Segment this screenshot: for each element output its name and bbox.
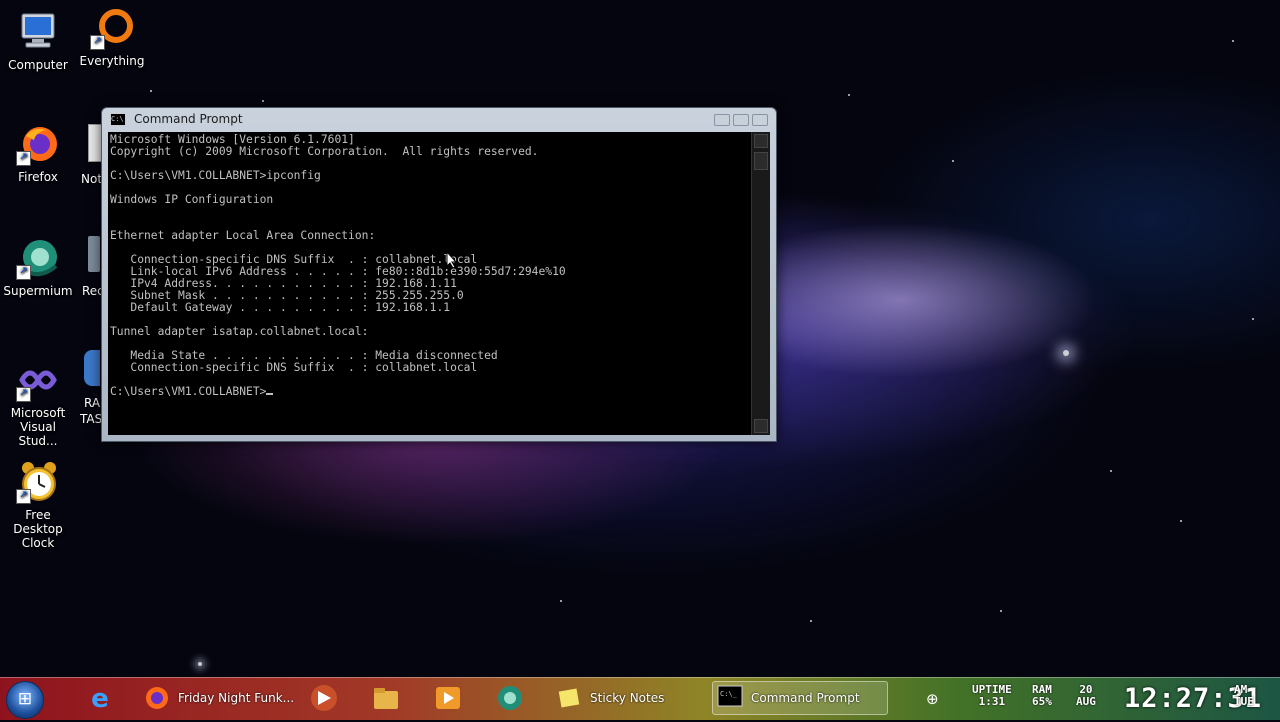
- vertical-scrollbar[interactable]: [751, 132, 770, 435]
- date-month: AUG: [1076, 695, 1096, 708]
- command-prompt-icon: C:\_: [717, 685, 743, 711]
- shortcut-arrow-icon: ↗: [16, 151, 31, 166]
- shortcut-arrow-icon: ↗: [90, 35, 105, 50]
- desktop-icon-free-desktop-clock[interactable]: ↗ Free Desktop Clock: [0, 460, 76, 550]
- command-prompt-window[interactable]: C:\ Command Prompt Microsoft Windows [Ve…: [101, 107, 777, 442]
- ram-indicator: RAM 65%: [1032, 684, 1052, 708]
- maximize-button[interactable]: [733, 114, 749, 126]
- taskbar-button-firefox[interactable]: Friday Night Funk...: [140, 681, 300, 715]
- computer-icon: [16, 10, 60, 54]
- console-line: C:\Users\VM1.COLLABNET>ipconfig: [110, 169, 321, 182]
- window-titlebar[interactable]: C:\ Command Prompt: [102, 108, 776, 132]
- console-line: Copyright (c) 2009 Microsoft Corporation…: [110, 145, 539, 158]
- taskbar-button-command-prompt[interactable]: C:\_ Command Prompt: [712, 681, 888, 715]
- clock-weekday: TUE: [1234, 695, 1254, 708]
- taskbar-button-label: Friday Night Funk...: [178, 691, 295, 705]
- console-prompt: C:\Users\VM1.COLLABNET>: [110, 385, 267, 398]
- minimize-button[interactable]: [714, 114, 730, 126]
- desktop-icon-partial-ras[interactable]: RA TAS: [80, 350, 102, 430]
- desktop-icon-label: Not: [81, 172, 103, 186]
- desktop-icon-visual-studio[interactable]: ↗ Microsoft Visual Stud...: [0, 358, 76, 448]
- console-area[interactable]: Microsoft Windows [Version 6.1.7601] Cop…: [108, 132, 770, 435]
- windows-logo-icon: ⊞: [17, 689, 33, 709]
- taskbar-button-sticky-notes[interactable]: Sticky Notes: [552, 681, 702, 715]
- supermium-icon[interactable]: [494, 683, 526, 715]
- console-output: Microsoft Windows [Version 6.1.7601] Cop…: [110, 134, 748, 398]
- ram-value: 65%: [1032, 695, 1052, 708]
- desktop-icon-computer[interactable]: Computer: [0, 10, 76, 72]
- desktop-icon-supermium[interactable]: ↗ Supermium: [0, 236, 76, 298]
- desktop-icon-partial-recycle[interactable]: Rec: [82, 236, 104, 298]
- firefox-icon: ↗: [16, 122, 60, 166]
- start-button[interactable]: ⊞: [6, 681, 44, 719]
- mouse-cursor-icon: [446, 251, 458, 269]
- console-line: Connection-specific DNS Suffix . : colla…: [110, 361, 478, 374]
- desktop-icon-label: Supermium: [3, 284, 73, 298]
- svg-text:C:\_: C:\_: [720, 690, 738, 698]
- shortcut-arrow-icon: ↗: [16, 387, 31, 402]
- desktop-icon-label: Everything: [79, 54, 145, 68]
- media-center-icon[interactable]: [432, 683, 464, 715]
- sticky-notes-icon: [556, 685, 582, 711]
- desktop-icon-label: Computer: [8, 58, 68, 72]
- command-prompt-icon: C:\: [110, 113, 126, 126]
- firefox-icon: [144, 685, 170, 711]
- console-line: Windows IP Configuration: [110, 193, 274, 206]
- scroll-up-button[interactable]: [754, 134, 768, 148]
- clock-meta: AM TUE: [1234, 684, 1254, 708]
- visual-studio-icon: ↗: [16, 358, 60, 402]
- taskbar-button-label: Command Prompt: [751, 691, 860, 705]
- window-title: Command Prompt: [134, 112, 243, 126]
- desktop-icon-label: Free Desktop Clock: [13, 508, 63, 550]
- uptime-indicator: UPTIME 1:31: [972, 684, 1012, 708]
- shortcut-arrow-icon: ↗: [16, 489, 31, 504]
- everything-icon: ↗: [90, 6, 134, 50]
- text-cursor: [266, 393, 274, 395]
- file-explorer-icon[interactable]: [370, 683, 402, 715]
- taskbar: ⊞ e Friday Night Funk... Sticky Notes C:…: [0, 677, 1280, 720]
- console-line: Default Gateway . . . . . . . . . : 192.…: [110, 301, 451, 314]
- desktop-icon-label: Microsoft Visual Stud...: [10, 406, 66, 448]
- desktop-icon-label: Firefox: [18, 170, 58, 184]
- desktop-icon-firefox[interactable]: ↗ Firefox: [0, 122, 76, 184]
- console-line: Tunnel adapter isatap.collabnet.local:: [110, 325, 369, 338]
- console-line: Ethernet adapter Local Area Connection:: [110, 229, 376, 242]
- alarm-clock-icon: ↗: [16, 460, 60, 504]
- desktop-icon-everything[interactable]: ↗ Everything: [74, 6, 150, 68]
- date-indicator: 20 AUG: [1076, 684, 1096, 708]
- desktop-icon-label: RA: [84, 396, 101, 410]
- media-player-icon[interactable]: [308, 683, 340, 715]
- gadget-add-icon[interactable]: ⊕: [926, 690, 939, 708]
- supermium-icon: ↗: [16, 236, 60, 280]
- desktop-icon-partial-notepad[interactable]: Not: [81, 124, 104, 186]
- scroll-thumb[interactable]: [754, 152, 768, 170]
- internet-explorer-icon[interactable]: e: [84, 683, 116, 715]
- desktop-icon-label: TAS: [80, 412, 103, 426]
- scroll-down-button[interactable]: [754, 419, 768, 433]
- taskbar-button-label: Sticky Notes: [590, 691, 665, 705]
- close-button[interactable]: [752, 114, 768, 126]
- shortcut-arrow-icon: ↗: [16, 265, 31, 280]
- uptime-value: 1:31: [978, 695, 1006, 708]
